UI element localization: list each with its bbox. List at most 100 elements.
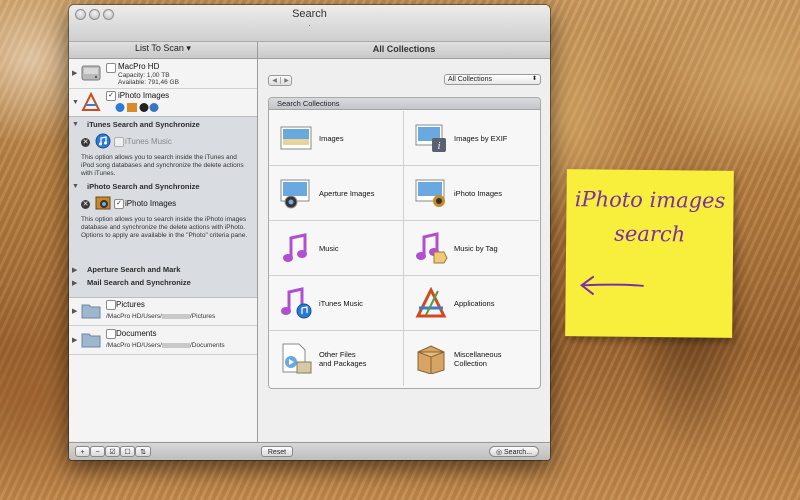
documents-checkbox[interactable] bbox=[106, 329, 116, 339]
iphoto-images-label: iPhoto Images bbox=[118, 91, 170, 100]
collections-select[interactable]: All Collections ⬍ bbox=[444, 74, 541, 85]
list-item-pictures[interactable]: ▶ Pictures /MacPro HD/Users/ /Pictures bbox=[69, 297, 257, 326]
iphoto-icon bbox=[415, 179, 445, 207]
disclosure-triangle-icon[interactable]: ▶ bbox=[72, 279, 77, 287]
bottom-toolbar: + − ☑ ☐ ⇅ Reset ◎ Search... bbox=[69, 442, 550, 460]
iphoto-remove-icon[interactable]: ✕ bbox=[81, 200, 90, 209]
available-text: Available: 791,46 GB bbox=[118, 79, 179, 86]
disclosure-triangle-open-icon[interactable]: ▼ bbox=[72, 121, 79, 128]
collection-music[interactable]: Music bbox=[269, 221, 404, 276]
documents-label: Documents bbox=[116, 329, 157, 338]
mail-section-title[interactable]: Mail Search and Synchronize bbox=[87, 278, 191, 287]
applications-icon bbox=[81, 92, 101, 111]
collection-itunes-music[interactable]: iTunes Music bbox=[269, 276, 404, 331]
collection-label: Miscellaneous Collection bbox=[454, 349, 502, 368]
collection-label: Other Files and Packages bbox=[319, 349, 367, 368]
disclosure-triangle-icon[interactable]: ▶ bbox=[72, 69, 77, 77]
itunes-music-checkbox[interactable] bbox=[114, 137, 124, 147]
remove-button[interactable]: − bbox=[90, 446, 105, 457]
aperture-section-title[interactable]: Aperture Search and Mark bbox=[87, 265, 180, 274]
itunes-remove-icon[interactable]: ✕ bbox=[81, 138, 90, 147]
list-item-macpro-hd[interactable]: ▶ MacPro HD Capacity: 1,00 TB Available:… bbox=[69, 59, 257, 89]
pictures-path: /MacPro HD/Users/ /Pictures bbox=[106, 313, 215, 320]
itunes-icon bbox=[95, 133, 111, 149]
files-packages-icon bbox=[282, 343, 312, 374]
disclosure-triangle-icon[interactable]: ▶ bbox=[72, 336, 77, 344]
iphoto-images-option-checkbox[interactable]: ✓ bbox=[114, 199, 124, 209]
collections-select-value: All Collections bbox=[448, 76, 492, 83]
sticky-note: iPhoto images search bbox=[565, 169, 734, 338]
collections-pane: ◀ ▶ All Collections ⬍ Search Collections… bbox=[258, 59, 550, 441]
applications-icon bbox=[415, 287, 447, 318]
reset-button[interactable]: Reset bbox=[261, 446, 293, 457]
collection-images-by-exif[interactable]: i Images by EXIF bbox=[404, 111, 539, 166]
pictures-path-prefix: /MacPro HD/Users/ bbox=[106, 313, 162, 320]
photo-info-icon: i bbox=[415, 124, 446, 152]
itunes-section-title: iTunes Search and Synchronize bbox=[87, 120, 200, 129]
itunes-note-icon bbox=[281, 287, 312, 319]
back-arrow-icon[interactable]: ◀ bbox=[269, 77, 280, 84]
collection-music-by-tag[interactable]: Music by Tag bbox=[404, 221, 539, 276]
collection-applications[interactable]: Applications bbox=[404, 276, 539, 331]
uncheck-all-button[interactable]: ☐ bbox=[120, 446, 135, 457]
source-icons bbox=[115, 103, 159, 112]
collection-label: iPhoto Images bbox=[454, 189, 502, 198]
macpro-hd-checkbox[interactable] bbox=[106, 63, 116, 73]
search-collections-title: Search Collections bbox=[269, 98, 540, 110]
list-item-iphoto-images[interactable]: ▼ ✓ iPhoto Images bbox=[69, 89, 257, 117]
collection-other-files-and-packages[interactable]: Other Files and Packages bbox=[269, 331, 404, 386]
disclosure-triangle-icon[interactable]: ▶ bbox=[72, 307, 77, 315]
column-headers: List To Scan ▾ All Collections bbox=[69, 42, 550, 59]
redacted-username bbox=[161, 313, 190, 319]
iphoto-images-checkbox[interactable]: ✓ bbox=[106, 91, 116, 101]
folder-icon bbox=[81, 304, 101, 319]
search-icon: ◎ bbox=[495, 449, 505, 456]
all-collections-header: All Collections bbox=[372, 44, 436, 54]
hard-drive-icon bbox=[81, 65, 101, 81]
macpro-hd-label: MacPro HD bbox=[118, 62, 160, 71]
iphoto-options-panel: ▼ iTunes Search and Synchronize ✕ iTunes… bbox=[69, 116, 257, 298]
iphoto-icon bbox=[95, 196, 111, 210]
svg-text:i: i bbox=[438, 141, 441, 152]
iphoto-images-option-label: iPhoto Images bbox=[125, 199, 177, 208]
check-all-button[interactable]: ☑ bbox=[105, 446, 120, 457]
collection-label: Music by Tag bbox=[454, 244, 498, 253]
collection-label: Applications bbox=[454, 299, 495, 308]
collection-label: Music bbox=[319, 244, 339, 253]
search-button[interactable]: ◎ Search... bbox=[489, 446, 539, 457]
collection-label: Images by EXIF bbox=[454, 134, 508, 143]
title-bar[interactable]: Search . bbox=[69, 5, 550, 42]
disclosure-triangle-icon[interactable]: ▶ bbox=[72, 266, 77, 274]
collection-label: Images bbox=[319, 134, 344, 143]
scan-list-pane: ▶ MacPro HD Capacity: 1,00 TB Available:… bbox=[69, 59, 257, 441]
disclosure-triangle-open-icon[interactable]: ▼ bbox=[72, 99, 79, 106]
collection-aperture-images[interactable]: Aperture Images bbox=[269, 166, 404, 221]
photo-icon bbox=[280, 126, 312, 150]
options-button[interactable]: ⇅ bbox=[135, 446, 151, 457]
collections-grid: Images i Images by EXIF Aperture Images iPho… bbox=[269, 111, 540, 388]
search-window: Search . List To Scan ▾ All Collections … bbox=[69, 5, 550, 460]
collection-iphoto-images[interactable]: iPhoto Images bbox=[404, 166, 539, 221]
collection-images[interactable]: Images bbox=[269, 111, 404, 166]
toolbar-glyph: . bbox=[308, 19, 311, 28]
disclosure-triangle-open-icon[interactable]: ▼ bbox=[72, 183, 79, 190]
list-item-documents[interactable]: ▶ Documents /MacPro HD/Users/ /Documents bbox=[69, 326, 257, 355]
box-icon bbox=[417, 345, 445, 374]
folder-icon bbox=[81, 333, 101, 348]
collection-label: iTunes Music bbox=[319, 299, 363, 308]
music-tag-icon bbox=[416, 232, 448, 264]
itunes-music-label: iTunes Music bbox=[125, 137, 172, 146]
search-collections-panel: Search Collections Images i Images by EXIF… bbox=[268, 97, 541, 389]
updown-caret-icon: ⬍ bbox=[531, 76, 537, 82]
add-button[interactable]: + bbox=[75, 446, 90, 457]
aperture-photo-icon bbox=[280, 179, 310, 209]
iphoto-description: This option allows you to search inside … bbox=[81, 216, 248, 239]
collection-miscellaneous-collection[interactable]: Miscellaneous Collection bbox=[404, 331, 539, 386]
documents-path-suffix: /Documents bbox=[189, 342, 225, 349]
list-to-scan-menu[interactable]: List To Scan ▾ bbox=[69, 43, 257, 54]
pictures-path-suffix: /Pictures bbox=[189, 313, 216, 320]
documents-path-prefix: /MacPro HD/Users/ bbox=[106, 342, 162, 349]
pictures-checkbox[interactable] bbox=[106, 300, 116, 310]
forward-arrow-icon[interactable]: ▶ bbox=[280, 77, 292, 84]
arrow-left-icon bbox=[579, 275, 644, 296]
